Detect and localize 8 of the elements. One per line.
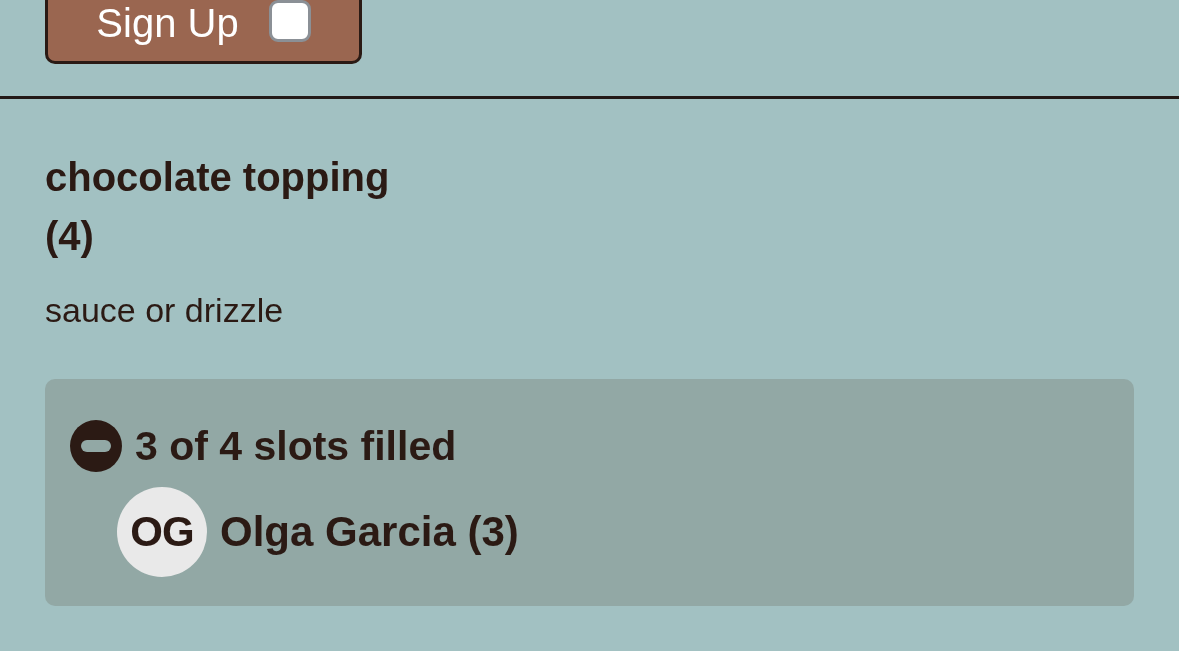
minus-circle-icon[interactable] [70,420,122,472]
initials-avatar: OG [117,487,207,577]
sign-up-button[interactable]: Sign Up [45,0,362,64]
checkbox-icon[interactable] [268,0,311,42]
item-description: sauce or drizzle [45,290,284,331]
slots-summary: 3 of 4 slots filled [135,422,457,471]
item-title: chocolate topping (4) [45,154,390,260]
signup-name: Olga Garcia (3) [220,507,519,557]
